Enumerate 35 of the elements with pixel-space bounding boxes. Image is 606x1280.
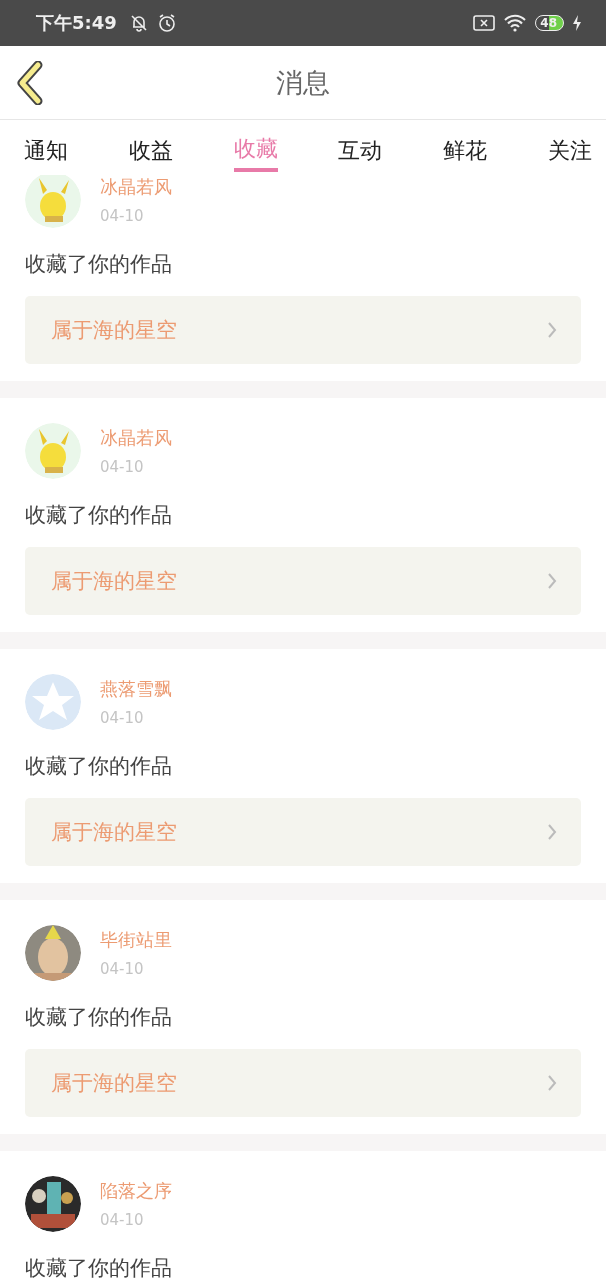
wifi-icon xyxy=(503,14,528,32)
tab[interactable]: 通知 xyxy=(24,120,68,172)
message-text: 收藏了你的作品 xyxy=(25,753,173,780)
message-text: 收藏了你的作品 xyxy=(25,251,173,278)
message-text: 收藏了你的作品 xyxy=(25,1004,173,1031)
message-text: 收藏了你的作品 xyxy=(25,502,173,529)
tab[interactable]: 关注 xyxy=(548,120,592,172)
chevron-right-icon xyxy=(547,321,557,339)
work-link[interactable]: 属于海的星空 xyxy=(25,798,581,866)
chevron-right-icon xyxy=(547,823,557,841)
work-link[interactable]: 属于海的星空 xyxy=(25,296,581,364)
tab[interactable]: 鲜花 xyxy=(443,120,488,172)
work-link[interactable]: 属于海的星空 xyxy=(25,547,581,615)
user-name[interactable]: 冰晶若风 xyxy=(100,426,581,450)
page-title: 消息 xyxy=(276,65,330,100)
chevron-right-icon xyxy=(547,1074,557,1092)
message-date: 04-10 xyxy=(100,207,145,225)
user-name[interactable]: 毕街站里 xyxy=(100,928,581,952)
message-date: 04-10 xyxy=(100,709,145,727)
status-time: 下午5:49 xyxy=(36,11,117,35)
tab[interactable]: 收益 xyxy=(128,120,173,172)
bell-off-icon xyxy=(128,13,149,33)
chevron-right-icon xyxy=(547,572,557,590)
message-text: 收藏了你的作品 xyxy=(25,1255,173,1280)
sim-card-icon xyxy=(473,14,496,32)
message-date: 04-10 xyxy=(100,458,145,476)
work-link[interactable]: 属于海的星空 xyxy=(25,1049,581,1117)
user-name[interactable]: 陷落之序 xyxy=(100,1179,581,1203)
tab[interactable]: 互动 xyxy=(338,120,383,172)
charging-icon xyxy=(572,14,582,32)
user-name[interactable]: 燕落雪飘 xyxy=(100,677,581,701)
user-name[interactable]: 冰晶若风 xyxy=(100,175,581,199)
message-date: 04-10 xyxy=(100,1211,145,1229)
alarm-icon xyxy=(156,13,177,33)
message-date: 04-10 xyxy=(100,960,145,978)
